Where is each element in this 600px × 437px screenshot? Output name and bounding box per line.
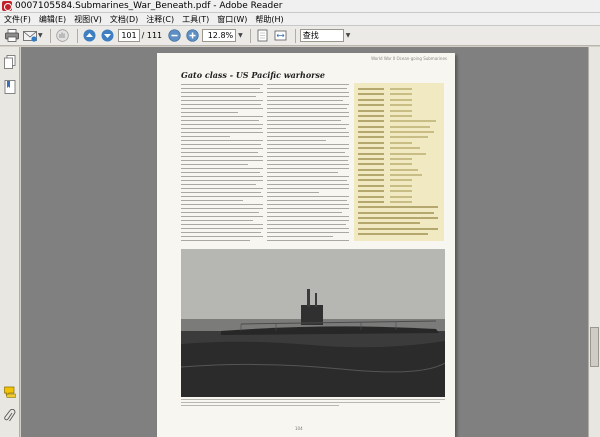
submarine-image	[181, 249, 445, 397]
next-page-button[interactable]	[100, 28, 116, 44]
menu-document[interactable]: 文档(D)	[106, 14, 142, 25]
bookmark-icon	[4, 80, 16, 94]
photo-caption	[181, 399, 445, 408]
specifications-box	[354, 83, 444, 241]
menu-edit[interactable]: 编辑(E)	[35, 14, 70, 25]
scrollbar-thumb[interactable]	[590, 327, 599, 367]
adobe-reader-icon	[2, 1, 12, 11]
toolbar: ▼ 101 / 111 12.8% ▼ 查找 ▼	[0, 26, 600, 46]
share-button[interactable]	[22, 28, 38, 44]
zoom-in-icon	[185, 29, 199, 42]
page-number: 104	[295, 426, 303, 431]
window-title: 0007105584.Submarines_War_Beneath.pdf - …	[15, 1, 283, 11]
page-total-label: / 111	[141, 31, 163, 40]
menu-bar: 文件(F) 编辑(E) 视图(V) 文档(D) 注释(C) 工具(T) 窗口(W…	[0, 13, 600, 26]
toolbar-separator	[76, 28, 78, 43]
print-button[interactable]	[4, 28, 20, 44]
fit-width-button[interactable]	[273, 28, 289, 44]
fit-page-button[interactable]	[255, 28, 271, 44]
page-number-input[interactable]: 101	[117, 29, 140, 42]
envelope-icon	[23, 30, 37, 42]
menu-window[interactable]: 窗口(W)	[213, 14, 251, 25]
title-bar: 0007105584.Submarines_War_Beneath.pdf - …	[0, 0, 600, 13]
menu-file[interactable]: 文件(F)	[0, 14, 35, 25]
pages-icon	[4, 55, 16, 69]
vertical-scrollbar[interactable]	[588, 47, 600, 437]
arrow-up-icon	[83, 29, 96, 42]
menu-comments[interactable]: 注释(C)	[142, 14, 178, 25]
attachments-panel-button[interactable]	[4, 408, 16, 423]
share-dropdown-arrow[interactable]: ▼	[38, 32, 43, 39]
printer-icon	[5, 29, 19, 42]
bookmarks-panel-button[interactable]	[4, 80, 16, 94]
toolbar-separator	[294, 28, 296, 43]
hand-icon	[56, 29, 69, 42]
search-input[interactable]: 查找	[299, 29, 344, 42]
zoom-level-input[interactable]: 12.8%	[202, 29, 237, 42]
zoom-out-icon	[167, 29, 181, 42]
hand-tool-button[interactable]	[55, 28, 71, 44]
fit-page-icon	[257, 29, 268, 42]
comments-panel-button[interactable]	[4, 385, 16, 399]
menu-tools[interactable]: 工具(T)	[178, 14, 213, 25]
menu-view[interactable]: 视图(V)	[70, 14, 106, 25]
search-dropdown-arrow[interactable]: ▼	[346, 32, 351, 39]
zoom-out-button[interactable]	[166, 28, 182, 44]
menu-help[interactable]: 帮助(H)	[251, 14, 287, 25]
zoom-in-button[interactable]	[184, 28, 200, 44]
page-title: Gato class - US Pacific warhorse	[181, 70, 325, 80]
arrow-down-icon	[101, 29, 114, 42]
pages-panel-button[interactable]	[4, 55, 16, 69]
text-column-middle	[267, 84, 349, 246]
text-column-left	[181, 84, 263, 246]
submarine-photo	[181, 249, 445, 397]
page-running-header: World War II Ocean-going Submarines	[371, 56, 447, 61]
fit-width-icon	[274, 30, 287, 41]
toolbar-separator	[49, 28, 51, 43]
paperclip-icon	[4, 408, 16, 422]
toolbar-separator	[249, 28, 251, 43]
previous-page-button[interactable]	[82, 28, 98, 44]
comment-icon	[4, 386, 16, 398]
zoom-dropdown-arrow[interactable]: ▼	[238, 32, 243, 39]
pdf-page[interactable]: World War II Ocean-going Submarines Gato…	[157, 53, 455, 437]
navigation-pane	[0, 47, 20, 437]
